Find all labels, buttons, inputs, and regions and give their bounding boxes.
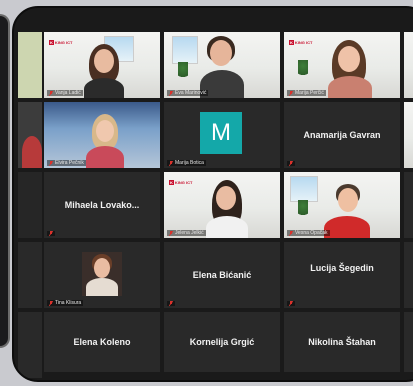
muted-mic-icon	[169, 301, 173, 306]
participant-tile[interactable]: Kornelija Grgić	[164, 312, 280, 372]
participant-tile[interactable]: Tina Klisura	[44, 242, 160, 308]
company-logo: K KING ICT	[289, 40, 313, 45]
participant-tile[interactable]: Elvira Pečnik	[44, 102, 160, 168]
participant-label: Eva Marinović	[167, 90, 209, 96]
participant-label: Tina Klisura	[47, 300, 84, 306]
partial-tile-left[interactable]	[18, 242, 42, 308]
participant-name: Kornelija Grgić	[189, 337, 255, 347]
partial-tile-left[interactable]	[18, 312, 42, 378]
participant-name: Anamarija Gavran	[303, 130, 381, 140]
participant-tile[interactable]: Vesna Opačak	[284, 172, 400, 238]
participant-name: Lucija Šegedin	[310, 263, 374, 273]
muted-mic-icon	[49, 160, 53, 166]
participant-tile[interactable]: Eva Marinović	[164, 32, 280, 98]
muted-mic-icon	[169, 90, 173, 96]
muted-mic-icon	[49, 231, 53, 236]
participant-name: Mihaela Lovako...	[64, 200, 140, 210]
participant-label	[287, 301, 295, 306]
partial-tile-left[interactable]	[18, 32, 42, 98]
participant-label	[47, 231, 55, 236]
participant-tile[interactable]: Mihaela Lovako...	[44, 172, 160, 238]
video-call-screen: K KING ICT Vanja Ladić Eva Marinović K KIN…	[12, 6, 413, 382]
partial-tile-right[interactable]	[404, 32, 413, 98]
muted-mic-icon	[169, 230, 173, 236]
participant-label: Jelena Jelkić	[167, 230, 206, 236]
participant-name: Elena Koleno	[73, 337, 131, 347]
participant-tile[interactable]: Anamarija Gavran	[284, 102, 400, 168]
participant-tile[interactable]: Elena Koleno	[44, 312, 160, 372]
participant-name: Elena Bićanić	[192, 270, 252, 280]
participant-tile[interactable]: Elena Bićanić	[164, 242, 280, 308]
participant-label: Marija Perčić	[287, 90, 326, 96]
participant-tile[interactable]: Lucija Šegedin	[284, 242, 400, 308]
partial-tile-right[interactable]	[404, 102, 413, 168]
partial-tile-left[interactable]	[18, 102, 42, 168]
participant-label: Marija Botica	[167, 160, 206, 166]
participant-name: Nikolina Štahan	[308, 337, 376, 347]
adjacent-device-edge	[0, 14, 10, 348]
participant-grid: K KING ICT Vanja Ladić Eva Marinović K KIN…	[14, 8, 413, 380]
participant-avatar: M	[200, 112, 242, 154]
participant-label	[287, 161, 295, 166]
participant-tile[interactable]: K KING ICT Marija Perčić	[284, 32, 400, 98]
partial-tile-left[interactable]	[18, 172, 42, 238]
muted-mic-icon	[49, 90, 53, 96]
muted-mic-icon	[169, 160, 173, 166]
participant-label: Vanja Ladić	[47, 90, 83, 96]
participant-label: Elvira Pečnik	[47, 160, 86, 166]
participant-tile[interactable]: K KING ICT Vanja Ladić	[44, 32, 160, 98]
participant-label	[167, 301, 175, 306]
partial-tile-right[interactable]	[404, 242, 413, 308]
muted-mic-icon	[289, 301, 293, 306]
company-logo: K KING ICT	[169, 180, 193, 185]
muted-mic-icon	[289, 161, 293, 166]
participant-tile[interactable]: K KING ICT Jelena Jelkić	[164, 172, 280, 238]
partial-tile-right[interactable]	[404, 312, 413, 372]
muted-mic-icon	[289, 90, 293, 96]
partial-tile-right[interactable]	[404, 172, 413, 238]
company-logo: K KING ICT	[49, 40, 73, 45]
muted-mic-icon	[49, 300, 53, 306]
participant-tile[interactable]: M Marija Botica	[164, 102, 280, 168]
muted-mic-icon	[289, 230, 293, 236]
participant-tile[interactable]: Nikolina Štahan	[284, 312, 400, 372]
participant-label: Vesna Opačak	[287, 230, 330, 236]
